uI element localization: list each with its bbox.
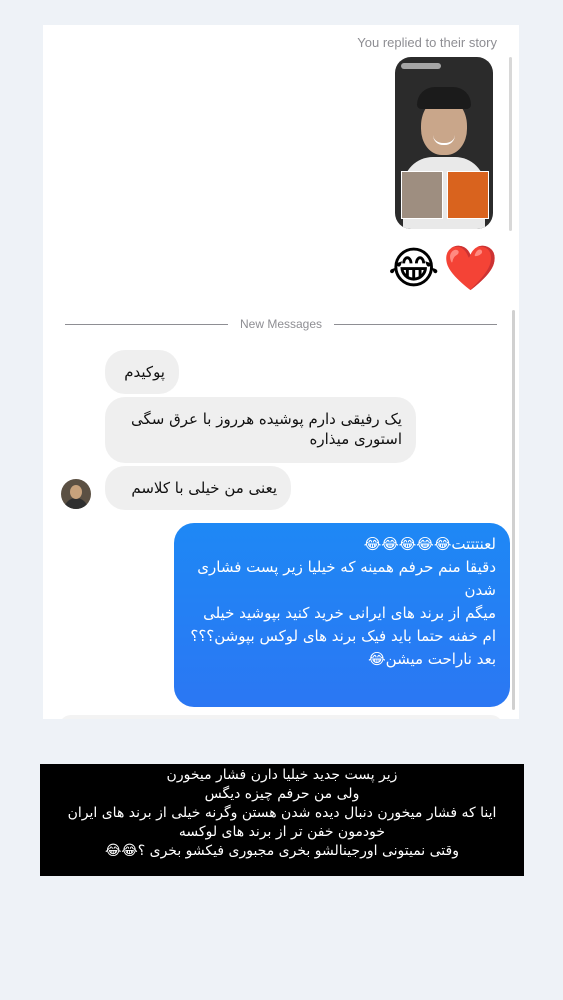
divider-line-right [334,323,497,325]
outgoing-line: لعنتتتت😂😂😂😂😂 [363,535,496,553]
overlay-line: ولی من حرفم چیزه دیگس [204,786,360,802]
incoming-message[interactable]: یعنی من خیلی با کلاسم [105,466,291,510]
chat-thread: You replied to their story 😂❤️ New Messa… [43,25,519,719]
story-thumbnail[interactable] [395,57,493,229]
divider-line-left [65,323,228,325]
new-messages-label: New Messages [239,317,323,331]
story-username [401,63,441,69]
chat-scrollbar[interactable] [512,310,515,710]
overlay-line: اینا که فشار میخورن دنبال دیده شدن هستن … [67,805,497,840]
reaction-emojis[interactable]: 😂❤️ [388,243,502,295]
overlay-line: وقتی نمیتونی اورجینالشو بخری مجبوری فیکش… [105,843,459,859]
avatar-face [70,485,82,499]
outgoing-line: میگم از برند های ایرانی خرید کنید بپوشید… [190,604,496,645]
story-sticker-photo-feet [401,171,443,219]
message-input-bar[interactable] [59,715,503,719]
avatar-body [64,498,88,509]
story-reply-caption: You replied to their story [357,35,497,50]
story-text-overlay: زیر پست جدید خیلیا دارن فشار میخورن ولی … [40,764,524,876]
outgoing-line: دقیقا منم حرفم همینه که خیلیا زیر پست فش… [197,558,496,599]
incoming-message[interactable]: پوکیدم [105,350,179,394]
outgoing-line: بعد ناراحت میشن😂 [368,650,496,668]
story-sticker-photo-sandals [447,171,489,219]
sender-avatar[interactable] [61,479,91,509]
new-messages-divider: New Messages [65,316,497,332]
overlay-line: زیر پست جدید خیلیا دارن فشار میخورن [166,767,398,783]
outgoing-message[interactable]: لعنتتتت😂😂😂😂😂 دقیقا منم حرفم همینه که خیل… [174,523,510,707]
incoming-message[interactable]: یک رفیقی دارم پوشیده هرروز با عرق سگی اس… [105,397,416,463]
story-scrollbar[interactable] [509,57,512,231]
story-person-cap [417,87,471,109]
